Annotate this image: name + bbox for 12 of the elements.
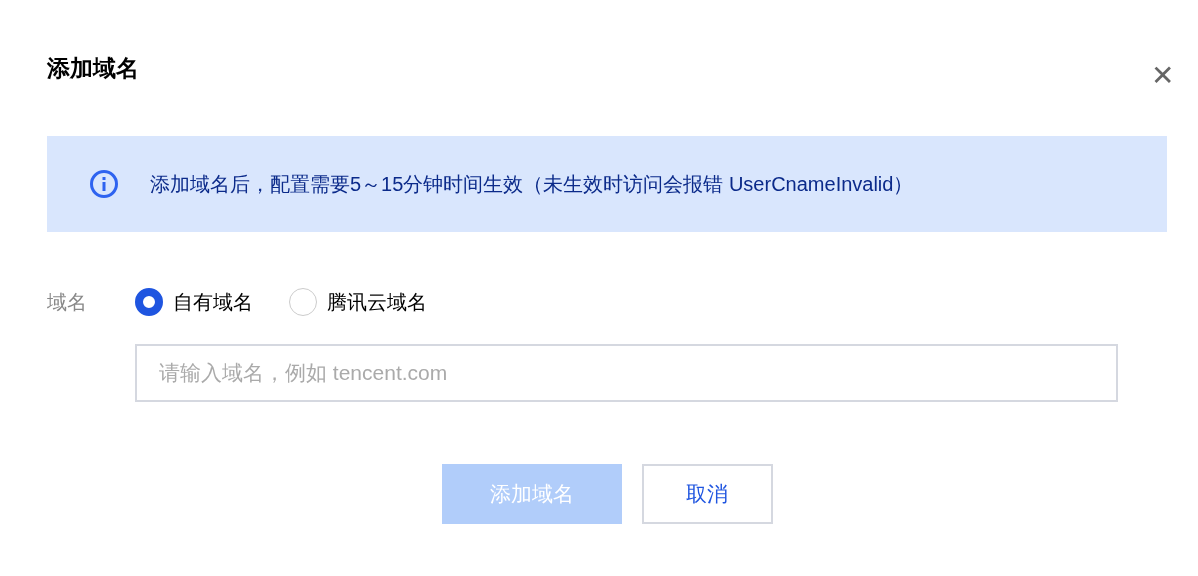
dialog-title: 添加域名 <box>47 53 139 83</box>
field-label: 域名 <box>47 289 88 315</box>
radio-label: 腾讯云域名 <box>327 289 427 315</box>
notice-text: 添加域名后，配置需要5～15分钟时间生效（未生效时访问会报错 UserCnameInvalid） <box>150 171 914 197</box>
radio-icon[interactable] <box>135 288 163 316</box>
domain-input[interactable]: 请输入域名，例如 tencent.com <box>135 344 1118 402</box>
info-icon <box>89 169 119 199</box>
radio-option[interactable]: 腾讯云域名 <box>289 288 427 316</box>
cancel-button[interactable]: 取消 <box>641 464 773 524</box>
radio-option[interactable]: 自有域名 <box>135 288 253 316</box>
radio-label: 自有域名 <box>173 289 253 315</box>
close-button[interactable]: ✕ <box>1151 62 1174 90</box>
